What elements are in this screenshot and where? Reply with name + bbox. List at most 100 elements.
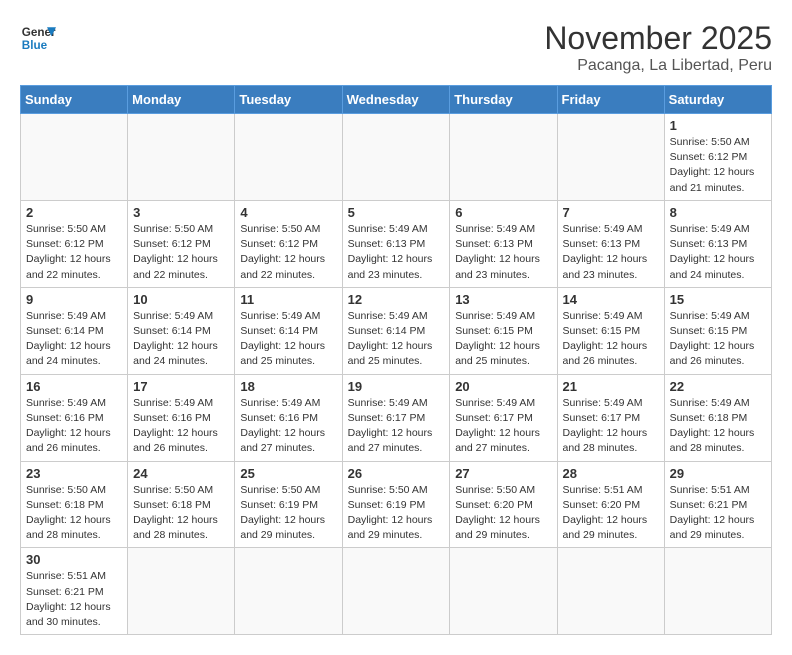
month-title: November 2025 <box>544 20 772 57</box>
day-info: Sunrise: 5:51 AM Sunset: 6:20 PM Dayligh… <box>563 483 659 544</box>
calendar-cell <box>557 114 664 201</box>
day-number: 27 <box>455 466 551 481</box>
week-row-1: 1 Sunrise: 5:50 AM Sunset: 6:12 PM Daylig… <box>21 114 772 201</box>
calendar-cell: 22 Sunrise: 5:49 AM Sunset: 6:18 PM Dayli… <box>664 374 771 461</box>
weekday-header-row: SundayMondayTuesdayWednesdayThursdayFrid… <box>21 86 772 114</box>
calendar-cell: 9 Sunrise: 5:49 AM Sunset: 6:14 PM Daylig… <box>21 287 128 374</box>
day-number: 28 <box>563 466 659 481</box>
day-number: 12 <box>348 292 445 307</box>
weekday-header-wednesday: Wednesday <box>342 86 450 114</box>
calendar-cell: 28 Sunrise: 5:51 AM Sunset: 6:20 PM Dayli… <box>557 461 664 548</box>
weekday-header-saturday: Saturday <box>664 86 771 114</box>
day-number: 9 <box>26 292 122 307</box>
calendar-cell: 14Sunrise: 5:49 AM Sunset: 6:15 PM Dayli… <box>557 287 664 374</box>
weekday-header-thursday: Thursday <box>450 86 557 114</box>
logo: General Blue <box>20 20 56 56</box>
weekday-header-tuesday: Tuesday <box>235 86 342 114</box>
weekday-header-sunday: Sunday <box>21 86 128 114</box>
calendar-cell <box>128 114 235 201</box>
day-number: 14 <box>563 292 659 307</box>
title-area: November 2025 Pacanga, La Libertad, Peru <box>544 20 772 75</box>
day-number: 29 <box>670 466 766 481</box>
day-number: 3 <box>133 205 229 220</box>
calendar-cell: 1 Sunrise: 5:50 AM Sunset: 6:12 PM Daylig… <box>664 114 771 201</box>
calendar-cell: 6Sunrise: 5:49 AM Sunset: 6:13 PM Daylig… <box>450 200 557 287</box>
calendar-cell: 15 Sunrise: 5:49 AM Sunset: 6:15 PM Dayli… <box>664 287 771 374</box>
calendar-cell <box>450 548 557 635</box>
week-row-5: 23Sunrise: 5:50 AM Sunset: 6:18 PM Dayli… <box>21 461 772 548</box>
calendar-cell: 23Sunrise: 5:50 AM Sunset: 6:18 PM Dayli… <box>21 461 128 548</box>
calendar-cell <box>342 114 450 201</box>
calendar-cell: 13Sunrise: 5:49 AM Sunset: 6:15 PM Dayli… <box>450 287 557 374</box>
calendar-cell <box>450 114 557 201</box>
location-subtitle: Pacanga, La Libertad, Peru <box>544 57 772 75</box>
day-info: Sunrise: 5:49 AM Sunset: 6:16 PM Dayligh… <box>26 396 122 457</box>
calendar-cell: 8 Sunrise: 5:49 AM Sunset: 6:13 PM Daylig… <box>664 200 771 287</box>
day-info: Sunrise: 5:49 AM Sunset: 6:17 PM Dayligh… <box>455 396 551 457</box>
day-number: 10 <box>133 292 229 307</box>
day-info: Sunrise: 5:50 AM Sunset: 6:18 PM Dayligh… <box>133 483 229 544</box>
day-info: Sunrise: 5:49 AM Sunset: 6:18 PM Dayligh… <box>670 396 766 457</box>
day-number: 30 <box>26 552 122 567</box>
day-number: 25 <box>240 466 336 481</box>
day-number: 22 <box>670 379 766 394</box>
day-number: 8 <box>670 205 766 220</box>
calendar-cell: 17Sunrise: 5:49 AM Sunset: 6:16 PM Dayli… <box>128 374 235 461</box>
day-number: 26 <box>348 466 445 481</box>
day-number: 20 <box>455 379 551 394</box>
day-number: 11 <box>240 292 336 307</box>
day-number: 13 <box>455 292 551 307</box>
day-info: Sunrise: 5:49 AM Sunset: 6:17 PM Dayligh… <box>348 396 445 457</box>
day-info: Sunrise: 5:50 AM Sunset: 6:12 PM Dayligh… <box>240 222 336 283</box>
calendar-cell: 12Sunrise: 5:49 AM Sunset: 6:14 PM Dayli… <box>342 287 450 374</box>
calendar-cell: 2Sunrise: 5:50 AM Sunset: 6:12 PM Daylig… <box>21 200 128 287</box>
weekday-header-friday: Friday <box>557 86 664 114</box>
week-row-3: 9 Sunrise: 5:49 AM Sunset: 6:14 PM Daylig… <box>21 287 772 374</box>
week-row-6: 30 Sunrise: 5:51 AM Sunset: 6:21 PM Dayli… <box>21 548 772 635</box>
day-info: Sunrise: 5:50 AM Sunset: 6:19 PM Dayligh… <box>348 483 445 544</box>
day-info: Sunrise: 5:49 AM Sunset: 6:13 PM Dayligh… <box>348 222 445 283</box>
day-info: Sunrise: 5:49 AM Sunset: 6:13 PM Dayligh… <box>563 222 659 283</box>
day-info: Sunrise: 5:50 AM Sunset: 6:12 PM Dayligh… <box>670 135 766 196</box>
week-row-4: 16Sunrise: 5:49 AM Sunset: 6:16 PM Dayli… <box>21 374 772 461</box>
calendar-cell <box>557 548 664 635</box>
day-number: 15 <box>670 292 766 307</box>
calendar-table: SundayMondayTuesdayWednesdayThursdayFrid… <box>20 85 772 635</box>
day-info: Sunrise: 5:49 AM Sunset: 6:14 PM Dayligh… <box>26 309 122 370</box>
day-info: Sunrise: 5:49 AM Sunset: 6:13 PM Dayligh… <box>670 222 766 283</box>
day-number: 24 <box>133 466 229 481</box>
calendar-cell: 24 Sunrise: 5:50 AM Sunset: 6:18 PM Dayli… <box>128 461 235 548</box>
day-info: Sunrise: 5:50 AM Sunset: 6:18 PM Dayligh… <box>26 483 122 544</box>
calendar-cell: 10Sunrise: 5:49 AM Sunset: 6:14 PM Dayli… <box>128 287 235 374</box>
calendar-cell <box>342 548 450 635</box>
calendar-cell <box>21 114 128 201</box>
calendar-cell: 16Sunrise: 5:49 AM Sunset: 6:16 PM Dayli… <box>21 374 128 461</box>
calendar-cell: 18 Sunrise: 5:49 AM Sunset: 6:16 PM Dayli… <box>235 374 342 461</box>
calendar-cell <box>128 548 235 635</box>
day-number: 17 <box>133 379 229 394</box>
day-number: 5 <box>348 205 445 220</box>
day-number: 2 <box>26 205 122 220</box>
day-number: 4 <box>240 205 336 220</box>
day-info: Sunrise: 5:49 AM Sunset: 6:15 PM Dayligh… <box>670 309 766 370</box>
calendar-cell <box>235 114 342 201</box>
day-number: 19 <box>348 379 445 394</box>
day-info: Sunrise: 5:51 AM Sunset: 6:21 PM Dayligh… <box>670 483 766 544</box>
calendar-cell: 30 Sunrise: 5:51 AM Sunset: 6:21 PM Dayli… <box>21 548 128 635</box>
svg-text:Blue: Blue <box>22 39 48 52</box>
logo-icon: General Blue <box>20 20 56 56</box>
day-info: Sunrise: 5:49 AM Sunset: 6:14 PM Dayligh… <box>240 309 336 370</box>
day-info: Sunrise: 5:49 AM Sunset: 6:16 PM Dayligh… <box>240 396 336 457</box>
day-number: 1 <box>670 118 766 133</box>
calendar-cell: 21Sunrise: 5:49 AM Sunset: 6:17 PM Dayli… <box>557 374 664 461</box>
calendar-cell: 29 Sunrise: 5:51 AM Sunset: 6:21 PM Dayli… <box>664 461 771 548</box>
day-info: Sunrise: 5:51 AM Sunset: 6:21 PM Dayligh… <box>26 569 122 630</box>
calendar-cell: 4 Sunrise: 5:50 AM Sunset: 6:12 PM Daylig… <box>235 200 342 287</box>
day-number: 18 <box>240 379 336 394</box>
calendar-cell: 20 Sunrise: 5:49 AM Sunset: 6:17 PM Dayli… <box>450 374 557 461</box>
day-info: Sunrise: 5:50 AM Sunset: 6:19 PM Dayligh… <box>240 483 336 544</box>
weekday-header-monday: Monday <box>128 86 235 114</box>
calendar-cell: 11 Sunrise: 5:49 AM Sunset: 6:14 PM Dayli… <box>235 287 342 374</box>
calendar-cell: 26 Sunrise: 5:50 AM Sunset: 6:19 PM Dayli… <box>342 461 450 548</box>
calendar-cell: 25 Sunrise: 5:50 AM Sunset: 6:19 PM Dayli… <box>235 461 342 548</box>
